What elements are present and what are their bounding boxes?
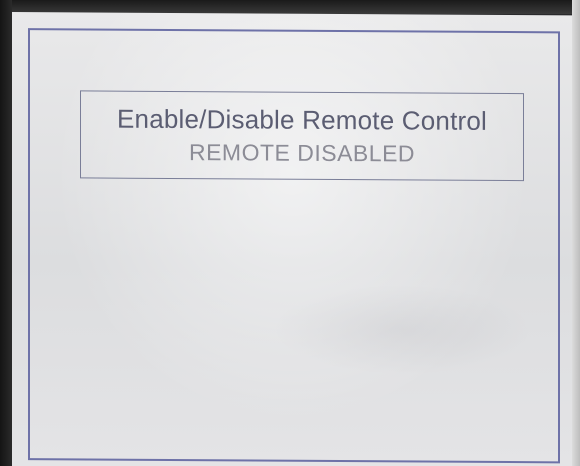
lcd-screen: Enable/Disable Remote Control REMOTE DIS… — [12, 12, 572, 466]
device-photo: Enable/Disable Remote Control REMOTE DIS… — [0, 0, 580, 466]
panel-title: Enable/Disable Remote Control — [117, 103, 487, 136]
remote-control-panel[interactable]: Enable/Disable Remote Control REMOTE DIS… — [80, 90, 524, 182]
device-bezel-left — [0, 0, 12, 466]
device-bezel-right — [572, 0, 580, 466]
remote-status-label: REMOTE DISABLED — [188, 139, 416, 167]
